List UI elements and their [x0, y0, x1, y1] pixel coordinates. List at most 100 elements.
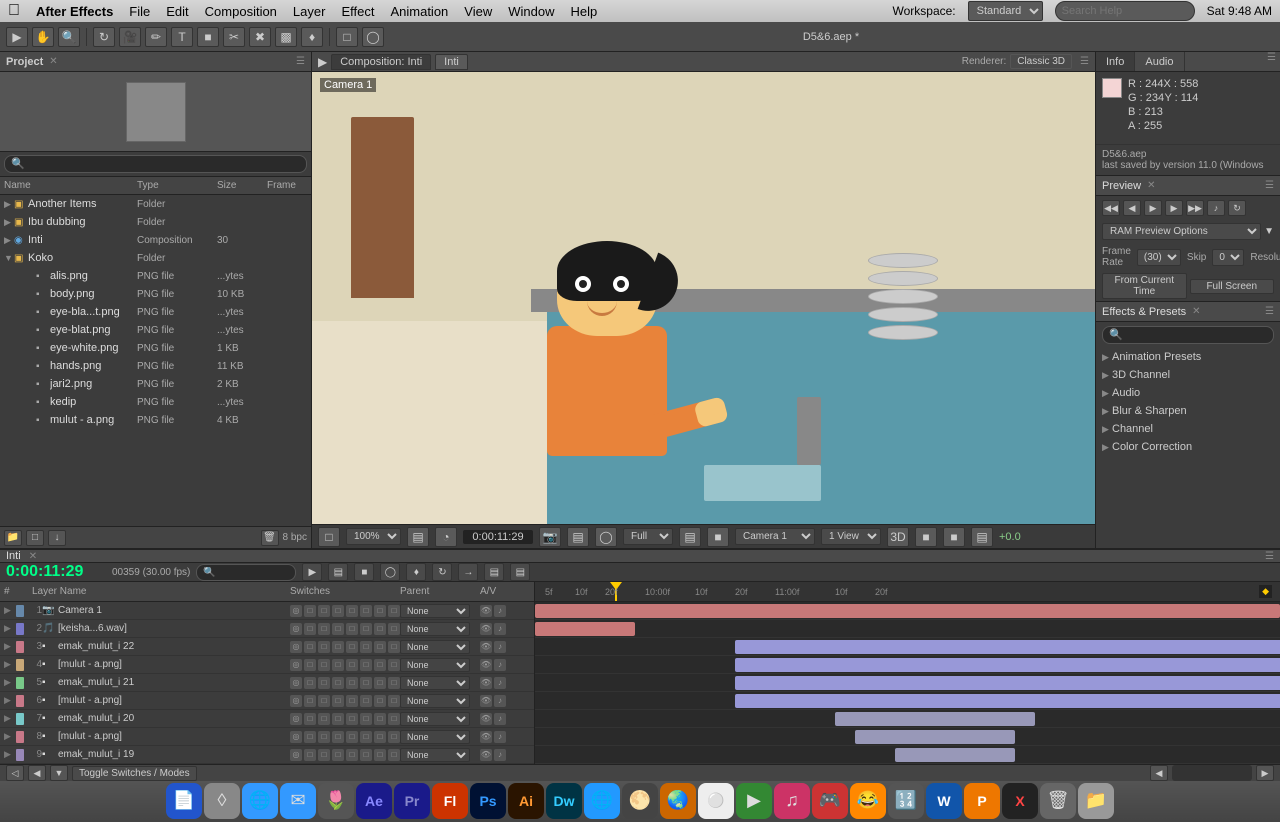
layer-switch-7[interactable]: □ [388, 713, 400, 725]
layer-switch-0[interactable]: ◎ [290, 731, 302, 743]
layer-switch-7[interactable]: □ [388, 641, 400, 653]
dock-folder[interactable]: 📁 [1078, 783, 1114, 819]
layer-switch-7[interactable]: □ [388, 695, 400, 707]
preview-menu[interactable]: ☰ [1265, 180, 1274, 191]
timeline-close[interactable]: ✕ [29, 551, 37, 562]
app-name[interactable]: After Effects [36, 4, 113, 19]
tl-bottom-btn-1[interactable]: ◁ [6, 765, 24, 781]
layer-switch-0[interactable]: ◎ [290, 695, 302, 707]
timeline-search[interactable] [196, 564, 296, 581]
layer-switch-2[interactable]: □ [318, 731, 330, 743]
layer-switch-7[interactable]: □ [388, 623, 400, 635]
item-expand-arrow[interactable]: ▶ [4, 199, 14, 210]
skip-select[interactable]: 0 [1212, 249, 1244, 266]
parent-select[interactable]: None [400, 748, 470, 762]
tab-info[interactable]: Info [1096, 52, 1135, 71]
layer-switch-3[interactable]: □ [332, 623, 344, 635]
visibility-toggle[interactable]: 👁 [480, 623, 492, 635]
layer-switch-3[interactable]: □ [332, 731, 344, 743]
effect-group-item[interactable]: ▶Color Correction [1096, 438, 1280, 456]
tab-audio[interactable]: Audio [1135, 52, 1184, 71]
tl-btn-8[interactable]: ▤ [484, 563, 504, 581]
dock-mail[interactable]: ✉ [280, 783, 316, 819]
prev-loop[interactable]: ↻ [1228, 200, 1246, 216]
audio-toggle[interactable]: ♪ [494, 749, 506, 761]
layer-expand[interactable]: ▶ [4, 659, 16, 670]
layer-switch-7[interactable]: □ [388, 605, 400, 617]
dock-vlc[interactable]: 😂 [850, 783, 886, 819]
project-item[interactable]: ▶◉IntiComposition30 [0, 231, 311, 249]
dock-chrome[interactable]: ⚪ [698, 783, 734, 819]
menu-view[interactable]: View [464, 4, 492, 19]
effect-group-item[interactable]: ▶Blur & Sharpen [1096, 402, 1280, 420]
layer-switch-3[interactable]: □ [332, 695, 344, 707]
layer-switch-7[interactable]: □ [388, 659, 400, 671]
layer-switch-1[interactable]: □ [304, 695, 316, 707]
layer-row[interactable]: ▶2🎵[keisha...6.wav]◎□□□□□□□None👁♪ [0, 620, 534, 638]
track-bar[interactable] [895, 748, 1015, 762]
tool-eraser[interactable]: ▩ [275, 27, 297, 47]
ram-arrow-icon[interactable]: ▼ [1264, 226, 1274, 237]
dock-3d[interactable]: ▶ [736, 783, 772, 819]
layer-switch-5[interactable]: □ [360, 695, 372, 707]
dock-launchpad[interactable]: ◊ [204, 783, 240, 819]
layer-switch-4[interactable]: □ [346, 677, 358, 689]
layer-switch-6[interactable]: □ [374, 623, 386, 635]
layer-switch-1[interactable]: □ [304, 749, 316, 761]
apple-menu[interactable]:  [8, 2, 20, 20]
layer-switch-0[interactable]: ◎ [290, 677, 302, 689]
tl-scroll-left[interactable]: ◀ [1150, 765, 1168, 781]
new-comp-btn[interactable]: □ [26, 530, 44, 546]
tl-btn-5[interactable]: ♦ [406, 563, 426, 581]
layer-expand[interactable]: ▶ [4, 677, 16, 688]
audio-toggle[interactable]: ♪ [494, 731, 506, 743]
layer-row[interactable]: ▶6▪[mulut - a.png]◎□□□□□□□None👁♪ [0, 692, 534, 710]
dock-word[interactable]: W [926, 783, 962, 819]
layer-switch-3[interactable]: □ [332, 659, 344, 671]
project-item[interactable]: ▪jari2.pngPNG file2 KB [0, 375, 311, 393]
prev-fwd-frame[interactable]: ▶ [1165, 200, 1183, 216]
track-bar[interactable] [855, 730, 1015, 744]
dock-ae[interactable]: Ae [356, 783, 392, 819]
comp-footer-snapshot[interactable]: 📷 [539, 527, 561, 547]
track-bar[interactable] [535, 604, 1280, 618]
layer-switch-2[interactable]: □ [318, 677, 330, 689]
tool-pen[interactable]: ✏ [145, 27, 167, 47]
layer-switch-5[interactable]: □ [360, 677, 372, 689]
effect-group-item[interactable]: ▶3D Channel [1096, 366, 1280, 384]
layer-expand[interactable]: ▶ [4, 605, 16, 616]
track-bar[interactable] [735, 658, 1280, 672]
layer-switch-0[interactable]: ◎ [290, 641, 302, 653]
project-item[interactable]: ▪hands.pngPNG file11 KB [0, 357, 311, 375]
layer-row[interactable]: ▶8▪[mulut - a.png]◎□□□□□□□None👁♪ [0, 728, 534, 746]
audio-toggle[interactable]: ♪ [494, 605, 506, 617]
parent-select[interactable]: None [400, 640, 470, 654]
layer-expand[interactable]: ▶ [4, 623, 16, 634]
comp-footer-depth[interactable]: ■ [707, 527, 729, 547]
comp-footer-toggle[interactable]: ▤ [407, 527, 429, 547]
zoom-select[interactable]: 100% [346, 528, 401, 545]
effect-expand-arrow[interactable]: ▶ [1102, 406, 1112, 417]
layer-switch-2[interactable]: □ [318, 605, 330, 617]
layer-switch-6[interactable]: □ [374, 605, 386, 617]
comp-tab-inti[interactable]: Inti [435, 54, 468, 70]
parent-select[interactable]: None [400, 658, 470, 672]
project-item[interactable]: ▪kedipPNG file...ytes [0, 393, 311, 411]
layer-switch-6[interactable]: □ [374, 659, 386, 671]
layer-switch-4[interactable]: □ [346, 695, 358, 707]
project-item[interactable]: ▪eye-blat.pngPNG file...ytes [0, 321, 311, 339]
camera-select[interactable]: Camera 1 [735, 528, 815, 545]
prev-play[interactable]: ▶ [1144, 200, 1162, 216]
layer-switch-0[interactable]: ◎ [290, 749, 302, 761]
layer-switch-5[interactable]: □ [360, 659, 372, 671]
effect-group-item[interactable]: ▶Audio [1096, 384, 1280, 402]
tl-btn-9[interactable]: ▤ [510, 563, 530, 581]
layer-expand[interactable]: ▶ [4, 731, 16, 742]
layer-switch-2[interactable]: □ [318, 749, 330, 761]
layer-expand[interactable]: ▶ [4, 695, 16, 706]
comp-footer-grid[interactable]: ▤ [567, 527, 589, 547]
layer-switch-1[interactable]: □ [304, 677, 316, 689]
comp-header-menu[interactable]: ☰ [1080, 56, 1089, 67]
tool-camera[interactable]: 🎥 [119, 27, 141, 47]
layer-expand[interactable]: ▶ [4, 713, 16, 724]
